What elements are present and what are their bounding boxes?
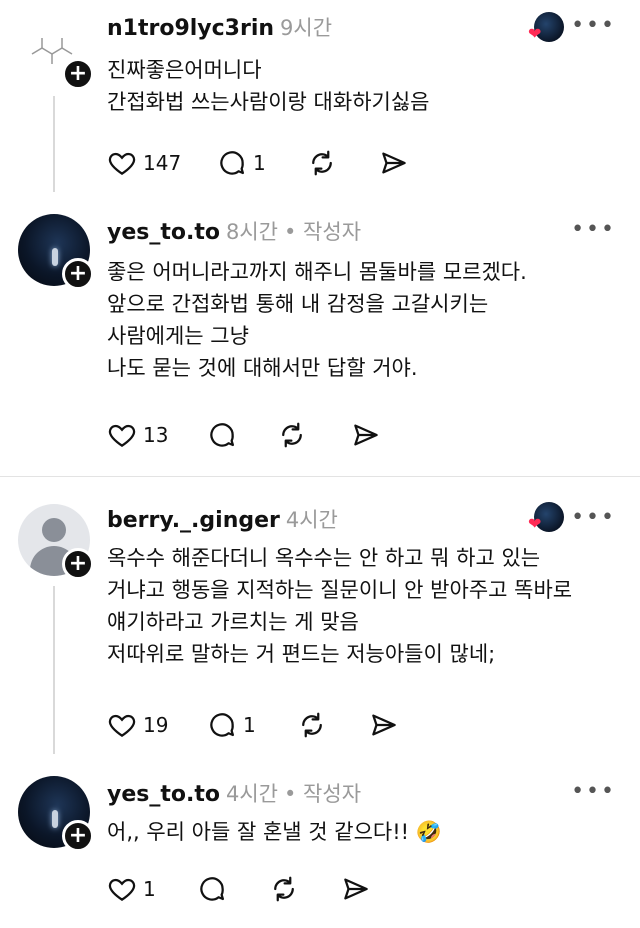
username[interactable]: yes_to.to 4시간 • 작성자 [107,778,361,808]
author-tag: • 작성자 [284,782,362,806]
timestamp: 4시간 [285,508,338,532]
follow-plus-button[interactable]: + [62,258,94,290]
divider [0,476,640,477]
liked-by-avatar [528,12,564,43]
thread-line [53,96,55,192]
repost-icon [282,422,302,448]
post-text: 진짜좋은어머니다 간접화법 쓰는사람이랑 대화하기싫음 [107,58,430,114]
comment-count: 1 [253,151,266,175]
post: + n1tro9lyc3rin9시간 ••• 진짜좋은어머니다 간접화법 쓰는사… [0,0,640,200]
share-button[interactable] [369,710,399,740]
more-icon[interactable]: ••• [571,219,616,241]
post-text: 옥수수 해준다더니 옥수수는 안 하고 뭐 하고 있는 거냐고 행동을 지적하는… [107,546,573,666]
share-button[interactable] [341,874,371,904]
repost-button[interactable] [307,148,337,178]
follow-plus-button[interactable]: + [62,820,94,852]
timestamp: 9시간 [280,16,333,40]
share-icon [344,878,368,900]
like-count: 1 [143,877,156,901]
username[interactable]: berry._.ginger 4시간 [107,504,338,534]
repost-icon [312,150,332,176]
post: + berry._.ginger4시간 ••• 옥수수 해준다더니 옥수수는 안… [0,490,640,760]
avatar-head [42,518,66,542]
heart-icon [108,152,136,175]
comment-button[interactable]: 1 [217,148,266,178]
heart-icon [108,878,136,901]
username[interactable]: n1tro9lyc3rin 9시간 [107,12,332,42]
comment-button[interactable]: 1 [207,710,256,740]
author-tag: • 작성자 [284,220,362,244]
share-icon [382,152,406,174]
username-text[interactable]: yes_to.to [107,220,220,245]
more-icon[interactable]: ••• [571,15,616,37]
repost-icon [302,712,322,738]
like-button[interactable]: 1 [107,874,156,904]
repost-icon [274,876,294,902]
like-button[interactable]: 147 [107,148,181,178]
like-button[interactable]: 19 [107,710,168,740]
follow-plus-button[interactable]: + [62,58,94,90]
comment-button[interactable] [197,874,227,904]
liked-by-avatar [528,502,564,533]
comment-icon [210,713,234,737]
username-text[interactable]: n1tro9lyc3rin [107,16,274,41]
more-icon[interactable]: ••• [571,507,616,529]
heart-icon [108,714,136,737]
post-text: 어,, 우리 아들 잘 혼낼 것 같으다!! 🤣 [107,820,442,844]
like-count: 147 [143,151,182,175]
post: + yes_to.to 4시간 • 작성자 ••• 어,, 우리 아들 잘 혼낼 것… [0,766,640,928]
username-text[interactable]: yes_to.to [107,782,220,807]
username-text[interactable]: berry._.ginger [107,508,280,533]
username[interactable]: yes_to.to 8시간 • 작성자 [107,216,361,246]
comment-icon [210,423,234,447]
share-button[interactable] [379,148,409,178]
follow-plus-button[interactable]: + [62,548,94,580]
comment-icon [200,877,224,901]
heart-icon [108,424,136,447]
share-button[interactable] [351,420,381,450]
timestamp: 4시간 [225,782,278,806]
like-count: 19 [143,713,169,737]
repost-button[interactable] [297,710,327,740]
timestamp: 8시간 [225,220,278,244]
share-icon [372,714,396,736]
repost-button[interactable] [269,874,299,904]
more-icon[interactable]: ••• [571,781,616,803]
comment-icon [220,151,244,175]
comment-count: 1 [243,713,256,737]
post: + yes_to.to 8시간 • 작성자 ••• 좋은 어머니라고까지 해주니 몸… [0,200,640,476]
share-icon [354,424,378,446]
like-button[interactable]: 13 [107,420,168,450]
like-count: 13 [143,423,169,447]
repost-button[interactable] [277,420,307,450]
post-text: 좋은 어머니라고까지 해주니 몸둘바를 모르겠다. 앞으로 간접화법 통해 내 … [107,260,527,380]
comment-button[interactable] [207,420,237,450]
thread-line [53,586,55,754]
